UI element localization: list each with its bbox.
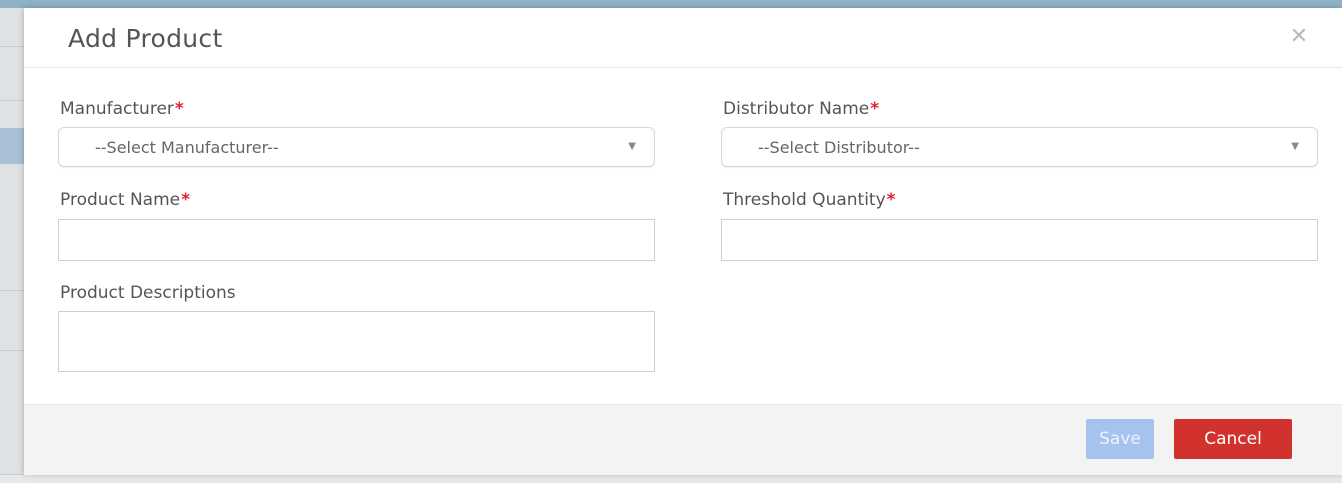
backdrop-divider [0,350,24,351]
manufacturer-label: Manufacturer* [60,99,184,119]
required-asterisk: * [174,99,184,119]
required-asterisk: * [181,190,190,210]
chevron-down-icon: ▼ [1291,141,1299,152]
distributor-select[interactable]: --Select Distributor-- ▼ [721,127,1318,167]
modal-body: Manufacturer* --Select Manufacturer-- ▼ … [24,68,1342,404]
backdrop-divider [0,100,24,101]
distributor-selected-value: --Select Distributor-- [758,138,920,157]
cancel-button[interactable]: Cancel [1174,419,1292,459]
backdrop-divider [0,290,24,291]
product-name-input[interactable] [58,219,655,261]
threshold-quantity-label-text: Threshold Quantity [723,190,886,210]
close-icon[interactable]: ✕ [1288,26,1310,48]
manufacturer-select[interactable]: --Select Manufacturer-- ▼ [58,127,655,167]
product-descriptions-textarea[interactable] [58,311,655,372]
product-descriptions-label-text: Product Descriptions [60,283,236,303]
add-product-modal: Add Product ✕ Manufacturer* --Select Man… [24,8,1342,475]
manufacturer-label-text: Manufacturer [60,99,174,119]
chevron-down-icon: ▼ [628,141,636,152]
modal-footer: Save Cancel [24,404,1342,475]
save-button[interactable]: Save [1086,419,1154,459]
backdrop-bottom-strip [0,474,1342,483]
threshold-quantity-label: Threshold Quantity* [723,190,896,210]
manufacturer-selected-value: --Select Manufacturer-- [95,138,279,157]
backdrop-side-tab [0,128,24,164]
distributor-label-text: Distributor Name [723,99,870,119]
distributor-label: Distributor Name* [723,99,879,119]
required-asterisk: * [886,190,896,210]
backdrop-topbar [0,0,1342,8]
threshold-quantity-input[interactable] [721,219,1318,261]
modal-title: Add Product [68,24,223,53]
required-asterisk: * [870,99,880,119]
backdrop-divider [0,46,24,47]
modal-header: Add Product ✕ [24,8,1342,68]
product-descriptions-label: Product Descriptions [60,283,236,303]
product-name-label-text: Product Name [60,190,181,210]
product-name-label: Product Name* [60,190,190,210]
